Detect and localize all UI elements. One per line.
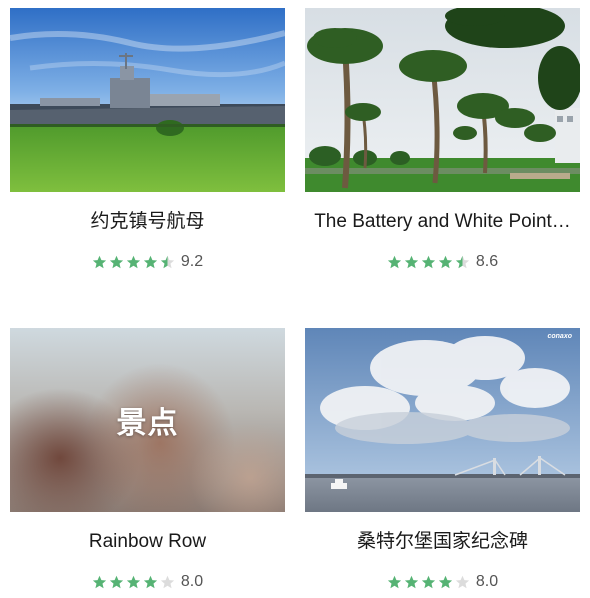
star-empty-icon — [160, 575, 174, 588]
rating-score: 8.0 — [180, 573, 204, 590]
palm-trees-image — [305, 8, 580, 192]
star-half-icon — [160, 255, 174, 268]
star-rating — [387, 575, 472, 590]
harbor-bridge-image — [305, 328, 580, 512]
attraction-photo[interactable]: conaxo — [305, 328, 580, 512]
star-filled-icon — [126, 255, 140, 268]
star-rating — [92, 575, 177, 590]
star-filled-icon — [92, 255, 106, 268]
rating-row: 8.0 — [305, 573, 580, 591]
star-filled-icon — [438, 575, 452, 588]
placeholder-label: 景点 — [116, 407, 179, 440]
rating-score: 9.2 — [180, 253, 204, 270]
star-filled-icon — [387, 255, 401, 268]
rating-row: 8.6 — [305, 253, 580, 271]
star-filled-icon — [404, 575, 418, 588]
star-filled-icon — [109, 575, 123, 588]
aircraft-carrier-image — [10, 8, 285, 192]
rating-row: 8.0 — [10, 573, 285, 591]
attraction-title[interactable]: 约克镇号航母 — [0, 210, 295, 234]
star-empty-icon — [455, 575, 469, 588]
star-filled-icon — [404, 255, 418, 268]
star-rating — [387, 255, 472, 270]
attraction-title[interactable]: Rainbow Row — [0, 530, 295, 554]
photo-watermark: conaxo — [547, 333, 572, 340]
attraction-photo[interactable] — [10, 8, 285, 192]
star-filled-icon — [143, 575, 157, 588]
attraction-photo[interactable] — [305, 8, 580, 192]
star-filled-icon — [438, 255, 452, 268]
star-filled-icon — [143, 255, 157, 268]
star-rating — [92, 255, 177, 270]
attraction-title[interactable]: 桑特尔堡国家纪念碑 — [295, 530, 590, 554]
star-filled-icon — [109, 255, 123, 268]
star-half-icon — [455, 255, 469, 268]
star-filled-icon — [387, 575, 401, 588]
star-filled-icon — [421, 575, 435, 588]
rating-score: 8.0 — [475, 573, 499, 590]
attraction-title[interactable]: The Battery and White Point… — [295, 210, 590, 234]
star-filled-icon — [421, 255, 435, 268]
star-filled-icon — [92, 575, 106, 588]
star-filled-icon — [126, 575, 140, 588]
rating-score: 8.6 — [475, 253, 499, 270]
rating-row: 9.2 — [10, 253, 285, 271]
attraction-photo[interactable]: 景点 — [10, 328, 285, 512]
